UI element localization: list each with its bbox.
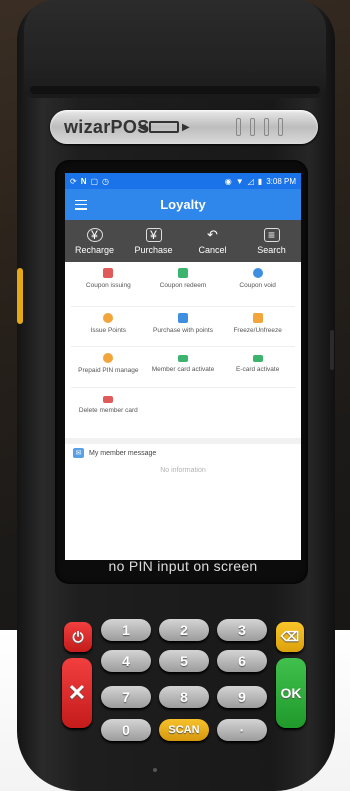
scan-key[interactable]: SCAN bbox=[159, 719, 209, 741]
tile-label: Purchase with points bbox=[153, 327, 213, 334]
function-grid-row-2: Issue Points Purchase with points Freeze… bbox=[65, 307, 301, 347]
tile-label: Freeze/Unfreeze bbox=[233, 327, 282, 334]
freeze-unfreeze-tile[interactable]: Freeze/Unfreeze bbox=[220, 307, 295, 347]
key-8[interactable]: 8 bbox=[159, 686, 209, 708]
search-label: Search bbox=[257, 244, 286, 255]
action-toolbar: ¥ Recharge ¥ Purchase ↶ Cancel ≡ Search bbox=[65, 220, 301, 262]
recharge-label: Recharge bbox=[74, 244, 115, 255]
tile-label: Coupon void bbox=[239, 282, 276, 289]
page-title: Loyalty bbox=[160, 197, 206, 212]
search-button[interactable]: ≡ Search bbox=[242, 220, 301, 262]
list-icon: ≡ bbox=[263, 227, 280, 242]
key-3[interactable]: 3 bbox=[217, 619, 267, 641]
issue-points-tile[interactable]: Issue Points bbox=[71, 307, 146, 347]
side-port bbox=[330, 330, 334, 370]
coupon-issuing-tile[interactable]: Coupon issuing bbox=[71, 262, 146, 307]
screen: ⟳ N ▢ ◷ ◉ ▼ ◿ ▮ 3:08 PM Loyalty ¥ Rechar… bbox=[65, 173, 301, 560]
coupon-void-tile[interactable]: Coupon void bbox=[220, 262, 295, 307]
purchase-label: Purchase bbox=[134, 244, 173, 255]
vibrate-icon: ◉ bbox=[224, 176, 232, 186]
printer-slot bbox=[30, 86, 320, 94]
message-icon: ✉ bbox=[73, 448, 84, 458]
key-1[interactable]: 1 bbox=[101, 619, 151, 641]
recharge-icon: ¥ bbox=[86, 227, 103, 242]
function-grid-row-3: Prepaid PIN manage Member card activate … bbox=[65, 347, 301, 388]
coupon-redeem-tile[interactable]: Coupon redeem bbox=[145, 262, 221, 307]
tile-label: Issue Points bbox=[90, 327, 127, 334]
key-5[interactable]: 5 bbox=[159, 650, 209, 672]
key-0[interactable]: 0 bbox=[101, 719, 151, 741]
mail-icon: ▢ bbox=[90, 176, 99, 186]
side-scan-key[interactable] bbox=[17, 268, 23, 324]
contact-pins bbox=[236, 118, 283, 136]
n-icon: N bbox=[80, 176, 87, 186]
wifi-icon: ▼ bbox=[235, 176, 244, 186]
tile-label: Prepaid PIN manage bbox=[78, 367, 139, 374]
purchase-icon: ¥ bbox=[145, 227, 162, 242]
prepaid-pin-manage-tile[interactable]: Prepaid PIN manage bbox=[71, 347, 146, 388]
member-message-title: My member message bbox=[89, 449, 157, 457]
key-4[interactable]: 4 bbox=[101, 650, 151, 672]
key-6[interactable]: 6 bbox=[217, 650, 267, 672]
member-message-panel: ✉ My member message No information bbox=[65, 438, 301, 474]
screen-caption: no PIN input on screen bbox=[108, 558, 258, 574]
member-message-header[interactable]: ✉ My member message bbox=[65, 444, 301, 462]
coupon-issue-icon bbox=[103, 268, 114, 278]
clock-icon: ◷ bbox=[102, 176, 110, 186]
e-card-activate-tile[interactable]: E-card activate bbox=[220, 347, 295, 388]
speaker-hole bbox=[153, 768, 157, 772]
function-grid-row-1: Coupon issuing Coupon redeem Coupon void bbox=[65, 262, 301, 307]
clear-key[interactable]: ⌫ bbox=[276, 622, 304, 652]
bag-icon bbox=[177, 313, 188, 323]
status-bar: ⟳ N ▢ ◷ ◉ ▼ ◿ ▮ 3:08 PM bbox=[65, 173, 301, 189]
key-9[interactable]: 9 bbox=[217, 686, 267, 708]
card-slot-icon: ◀ ▶ bbox=[138, 121, 190, 133]
delete-member-card-tile[interactable]: Delete member card bbox=[71, 388, 146, 433]
status-time: 3:08 PM bbox=[266, 176, 296, 186]
app-bar: Loyalty bbox=[65, 189, 301, 220]
battery-icon: ▮ bbox=[257, 176, 263, 186]
tile-label: E-card activate bbox=[235, 366, 280, 373]
recharge-button[interactable]: ¥ Recharge bbox=[65, 220, 124, 262]
gear-icon bbox=[252, 268, 263, 278]
delete-card-icon bbox=[103, 396, 114, 403]
key-7[interactable]: 7 bbox=[101, 686, 151, 708]
cancel-label: Cancel bbox=[198, 244, 227, 255]
key-2[interactable]: 2 bbox=[159, 619, 209, 641]
menu-icon[interactable] bbox=[75, 199, 87, 210]
empty-message-text: No information bbox=[160, 467, 206, 474]
dot-key[interactable]: · bbox=[217, 719, 267, 741]
ecard-icon bbox=[252, 355, 263, 362]
ok-enter-key[interactable]: OK bbox=[276, 658, 306, 728]
power-cancel-key[interactable]: ⏻ bbox=[64, 622, 92, 652]
backspace-cancel-key[interactable]: ✕ bbox=[62, 658, 92, 728]
coupon-redeem-icon bbox=[177, 268, 188, 278]
tile-label: Member card activate bbox=[151, 366, 215, 373]
empty-tile bbox=[220, 388, 295, 433]
tile-label: Coupon redeem bbox=[159, 282, 207, 289]
cancel-button[interactable]: ↶ Cancel bbox=[183, 220, 242, 262]
undo-icon: ↶ bbox=[207, 226, 218, 242]
empty-tile bbox=[146, 388, 221, 433]
signal-icon: ◿ bbox=[247, 176, 254, 186]
sync-icon: ⟳ bbox=[70, 176, 77, 186]
tile-label: Delete member card bbox=[78, 407, 138, 414]
purchase-button[interactable]: ¥ Purchase bbox=[124, 220, 183, 262]
card-icon bbox=[177, 355, 188, 362]
purchase-with-points-tile[interactable]: Purchase with points bbox=[145, 307, 221, 347]
lock-icon bbox=[103, 353, 114, 363]
tile-label: Coupon issuing bbox=[85, 282, 131, 289]
printer-cap bbox=[24, 0, 326, 98]
member-card-activate-tile[interactable]: Member card activate bbox=[145, 347, 221, 388]
keypad: ⏻ 1 2 3 ⌫ 4 5 6 ✕ 7 8 9 OK 0 SCAN · bbox=[58, 612, 318, 762]
points-icon bbox=[103, 313, 114, 323]
brand-plate: wizarPOS ◀ ▶ bbox=[50, 110, 318, 144]
edit-icon bbox=[252, 313, 263, 323]
function-grid-row-4: Delete member card bbox=[65, 388, 301, 433]
